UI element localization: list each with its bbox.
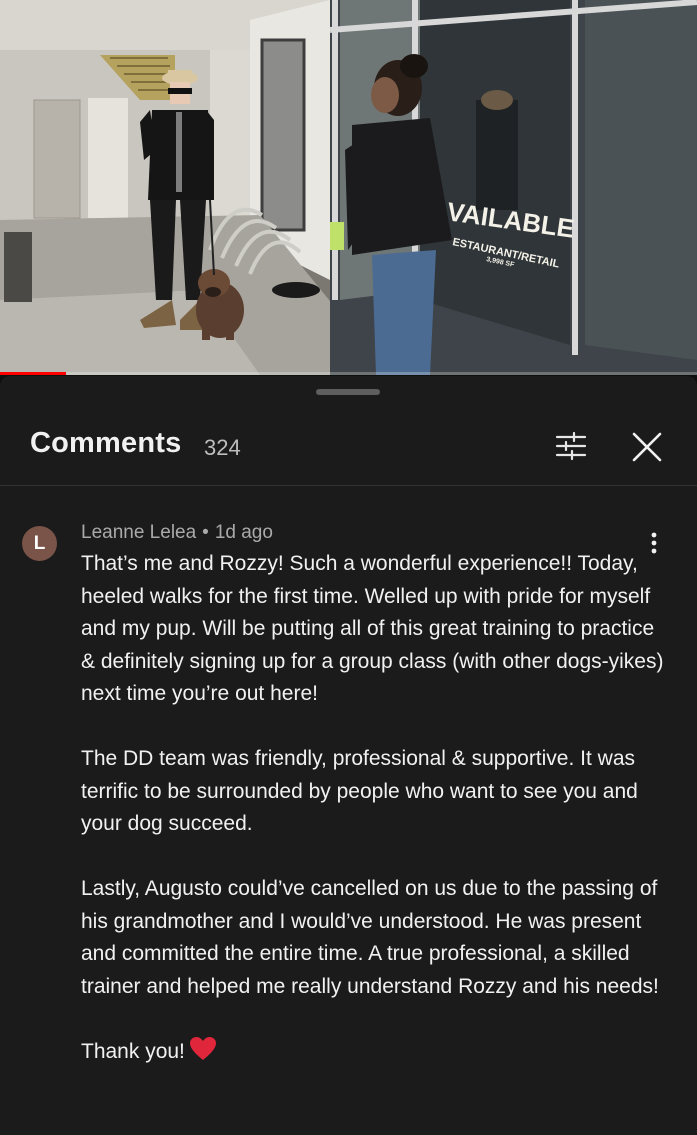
comment-paragraph-2: The DD team was friendly, professional &… (81, 747, 638, 835)
video-progress-bar[interactable] (0, 372, 697, 375)
comment-paragraph-1: That’s me and Rozzy! Such a wonderful ex… (81, 552, 664, 705)
meta-separator: • (202, 522, 209, 543)
comment-meta: Leanne Lelea • 1d ago (81, 522, 273, 544)
thank-you-text: Thank you! (81, 1039, 185, 1063)
close-icon (632, 432, 662, 462)
avatar[interactable]: L (22, 526, 57, 561)
video-frame: VAILABLE ESTAURANT/RETAIL 3,998 SF (0, 0, 697, 375)
comments-title: Comments (30, 427, 182, 459)
comment-age: 1d ago (214, 522, 273, 543)
comment-text: That’s me and Rozzy! Such a wonderful ex… (81, 548, 671, 1101)
sheet-drag-handle[interactable] (316, 389, 380, 395)
sort-filter-icon (555, 431, 587, 461)
comment-paragraph-3: Lastly, Augusto could’ve cancelled on us… (81, 877, 659, 998)
avatar-letter: L (33, 532, 46, 554)
red-heart-icon (189, 1036, 216, 1060)
video-progress-played (0, 372, 67, 375)
comments-count: 324 (204, 435, 241, 460)
comment-author[interactable]: Leanne Lelea (81, 522, 196, 543)
youtube-watch-page: VAILABLE ESTAURANT/RETAIL 3,998 SF Comme… (0, 0, 697, 1135)
comments-header: Comments 324 (0, 410, 697, 484)
comment-paragraph-4: Thank you! (81, 1036, 671, 1069)
close-comments-button[interactable] (624, 424, 670, 470)
comments-panel: Comments 324 L Leanne Lelea • 1d ago Tha… (0, 376, 697, 1135)
video-player[interactable]: VAILABLE ESTAURANT/RETAIL 3,998 SF (0, 0, 697, 375)
sort-comments-button[interactable] (548, 426, 594, 466)
comment-thread: L Leanne Lelea • 1d ago That’s me and Rozz… (0, 486, 697, 1135)
